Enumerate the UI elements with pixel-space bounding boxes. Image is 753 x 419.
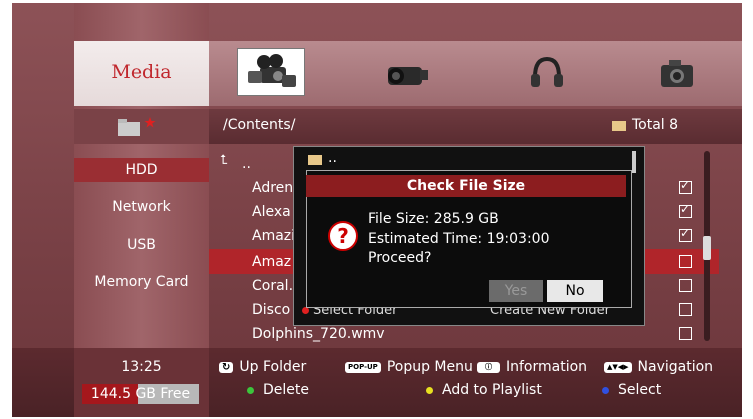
page-title: Media: [111, 61, 172, 83]
media-browser-screen: Media /Contents/ Total 8 HDD Network USB…: [12, 3, 742, 417]
question-icon: ?: [328, 221, 358, 251]
folder-popup-parent[interactable]: ..: [328, 150, 337, 166]
free-space-text: 144.5 GB Free: [90, 386, 191, 402]
video-icon: [388, 67, 428, 85]
yellow-button-icon: [426, 386, 433, 394]
checkbox[interactable]: [679, 303, 692, 316]
hint-up-folder: ↻ Up Folder: [219, 358, 306, 376]
hint-popup-menu: POP-UP Popup Menu: [345, 358, 473, 376]
hint-navigation: ▲▼◀▶ Navigation: [604, 358, 713, 376]
scrollbar-thumb[interactable]: [703, 236, 711, 260]
no-button[interactable]: No: [547, 280, 603, 302]
checkbox[interactable]: [679, 279, 692, 292]
current-path: /Contents/: [223, 117, 296, 133]
folder-icon: [308, 155, 322, 165]
blue-button-icon: [602, 386, 609, 394]
checkbox[interactable]: [679, 327, 692, 340]
music-icon: [531, 56, 563, 87]
source-network[interactable]: Network: [74, 195, 209, 219]
folder-star-icon: [112, 113, 158, 139]
checkbox[interactable]: [679, 202, 692, 218]
up-folder-icon: ⮤: [220, 153, 228, 168]
source-usb[interactable]: USB: [74, 233, 209, 257]
clock: 13:25: [121, 359, 162, 375]
tab-all-media[interactable]: [237, 48, 305, 96]
green-button-icon: [247, 386, 254, 394]
popup-scrollbar[interactable]: [632, 151, 636, 173]
file-name: Adren: [252, 180, 294, 196]
all-media-icon: [248, 54, 296, 87]
yes-button[interactable]: Yes: [489, 280, 543, 302]
file-name: Coral.: [252, 278, 294, 294]
tab-music[interactable]: [527, 55, 567, 91]
folder-icon: [612, 121, 626, 131]
file-name: Disco: [252, 302, 291, 318]
hint-select: Select: [602, 381, 661, 399]
checkbox[interactable]: [679, 226, 692, 242]
tab-photo[interactable]: [657, 55, 697, 91]
file-name: Amazi: [252, 228, 296, 244]
file-name: Amaz: [252, 254, 292, 270]
estimated-time-text: Estimated Time: 19:03:00: [368, 231, 550, 247]
checkbox[interactable]: [679, 178, 692, 194]
info-key-icon: ⓘ: [477, 361, 500, 373]
return-key-icon: ↻: [219, 361, 234, 373]
arrow-keys-icon: ▲▼◀▶: [604, 361, 632, 373]
source-memory-card[interactable]: Memory Card: [74, 270, 209, 294]
file-size-text: File Size: 285.9 GB: [368, 211, 499, 227]
hint-information: ⓘ Information: [477, 358, 587, 376]
file-name: ..: [242, 156, 251, 172]
red-button-icon: [302, 307, 309, 314]
file-name: Dolphins_720.wmv: [252, 326, 385, 342]
hint-delete: Delete: [247, 381, 309, 399]
popup-key-icon: POP-UP: [345, 361, 381, 373]
photo-icon: [661, 60, 693, 87]
total-count: Total 8: [632, 117, 679, 133]
source-hdd[interactable]: HDD: [74, 158, 209, 182]
proceed-text: Proceed?: [368, 250, 432, 266]
tab-video[interactable]: [382, 57, 432, 91]
hint-add-to-playlist: Add to Playlist: [426, 381, 542, 399]
dialog-title: Check File Size: [306, 175, 626, 197]
file-name: Alexa: [252, 204, 291, 220]
checkbox[interactable]: [679, 255, 692, 268]
